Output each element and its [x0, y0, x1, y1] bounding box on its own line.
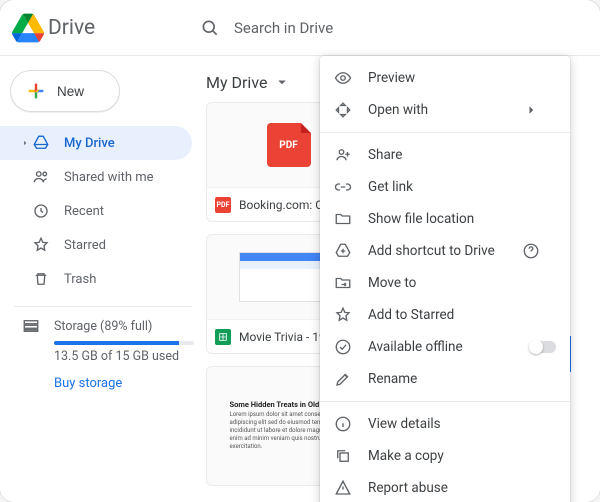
sidebar-item-label: My Drive	[64, 136, 115, 151]
offline-toggle[interactable]	[530, 341, 556, 353]
chevron-down-icon	[273, 73, 291, 91]
sidebar-item-recent[interactable]: Recent	[0, 194, 192, 228]
menu-show-location[interactable]: Show file location	[320, 203, 570, 235]
breadcrumb-label: My Drive	[206, 73, 267, 92]
menu-available-offline[interactable]: Available offline	[320, 331, 570, 363]
drive-logo-icon	[12, 12, 44, 44]
pdf-small-icon: PDF	[215, 197, 231, 213]
sidebar: New My Drive Shared with me Recent Starr…	[0, 56, 200, 502]
pencil-icon	[334, 370, 352, 388]
person-add-icon	[334, 146, 352, 164]
context-menu: Preview Open with Share Get link Show fi…	[320, 56, 570, 502]
help-icon[interactable]	[522, 242, 540, 260]
brand: Drive	[0, 12, 200, 44]
eye-icon	[334, 69, 352, 87]
link-icon	[334, 178, 352, 196]
search-placeholder: Search in Drive	[234, 19, 333, 37]
sidebar-item-label: Recent	[64, 204, 104, 219]
menu-preview[interactable]: Preview	[320, 62, 570, 94]
new-button-label: New	[57, 84, 84, 99]
star-icon	[32, 236, 50, 254]
move-icon	[334, 274, 352, 292]
clock-icon	[32, 202, 50, 220]
menu-rename[interactable]: Rename	[320, 363, 570, 395]
trash-icon	[32, 270, 50, 288]
menu-move-to[interactable]: Move to	[320, 267, 570, 299]
menu-add-starred[interactable]: Add to Starred	[320, 299, 570, 331]
menu-report-abuse[interactable]: Report abuse	[320, 472, 570, 502]
divider	[14, 306, 192, 307]
search-bar[interactable]: Search in Drive	[200, 18, 600, 38]
menu-separator	[320, 401, 570, 402]
drive-icon	[32, 134, 50, 152]
sidebar-item-shared[interactable]: Shared with me	[0, 160, 192, 194]
storage-section: Storage (89% full) 13.5 GB of 15 GB used…	[0, 317, 192, 391]
new-button[interactable]: New	[10, 70, 120, 112]
sidebar-item-label: Starred	[64, 238, 106, 253]
menu-make-copy[interactable]: Make a copy	[320, 440, 570, 472]
storage-used: 13.5 GB of 15 GB used	[54, 349, 192, 364]
menu-add-shortcut[interactable]: Add shortcut to Drive	[320, 235, 570, 267]
info-icon	[334, 415, 352, 433]
menu-get-link[interactable]: Get link	[320, 171, 570, 203]
search-icon	[200, 18, 220, 38]
people-icon	[32, 168, 50, 186]
shortcut-icon	[334, 242, 352, 260]
menu-share[interactable]: Share	[320, 139, 570, 171]
sidebar-item-label: Trash	[64, 272, 96, 287]
sidebar-item-my-drive[interactable]: My Drive	[0, 126, 192, 160]
menu-separator	[320, 132, 570, 133]
star-icon	[334, 306, 352, 324]
open-with-icon	[334, 101, 352, 119]
sidebar-item-starred[interactable]: Starred	[0, 228, 192, 262]
sidebar-item-trash[interactable]: Trash	[0, 262, 192, 296]
storage-title: Storage (89% full)	[54, 319, 152, 334]
menu-open-with[interactable]: Open with	[320, 94, 570, 126]
plus-icon	[25, 80, 47, 102]
chevron-right-icon	[522, 101, 540, 119]
sheet-small-icon	[215, 329, 231, 345]
sidebar-item-label: Shared with me	[64, 170, 154, 185]
pdf-icon: PDF	[267, 123, 311, 167]
chevron-right-icon	[20, 136, 30, 150]
storage-bar	[54, 341, 194, 345]
report-icon	[334, 479, 352, 497]
storage-icon	[22, 317, 40, 335]
brand-text: Drive	[48, 16, 95, 40]
folder-icon	[334, 210, 352, 228]
copy-icon	[334, 447, 352, 465]
offline-icon	[334, 338, 352, 356]
storage-row[interactable]: Storage (89% full)	[22, 317, 192, 335]
menu-view-details[interactable]: View details	[320, 408, 570, 440]
buy-storage-link[interactable]: Buy storage	[54, 376, 192, 391]
